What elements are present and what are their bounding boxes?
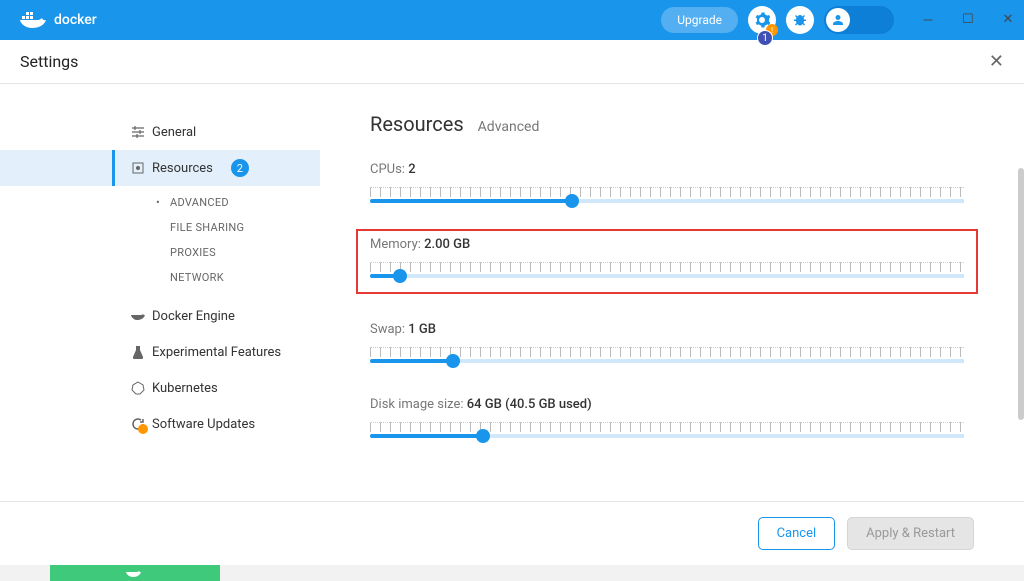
main-panel: Resources Advanced CPUs: 2 Memory: 2.00 … xyxy=(320,84,1024,500)
window-controls: ─ ☐ ✕ xyxy=(920,12,1016,28)
sliders-icon xyxy=(130,124,146,140)
main-header: Resources Advanced xyxy=(370,112,964,136)
sidebar-item-label: Software Updates xyxy=(152,417,255,432)
sidebar-item-docker-engine[interactable]: Docker Engine xyxy=(0,298,320,334)
sidebar-item-resources[interactable]: Resources 2 xyxy=(0,150,320,186)
disk-label: Disk image size: 64 GB (40.5 GB used) xyxy=(370,397,964,412)
sidebar-item-label: General xyxy=(152,125,196,140)
page-subtitle: Advanced xyxy=(478,119,540,135)
disk-slider-ticks xyxy=(370,422,964,432)
sidebar-item-label: Docker Engine xyxy=(152,309,235,324)
titlebar-right: Upgrade ! 1 ─ ☐ ✕ xyxy=(661,6,1016,34)
swap-slider-thumb[interactable] xyxy=(446,354,460,368)
swap-setting: Swap: 1 GB xyxy=(370,322,964,363)
bottom-status-bar xyxy=(0,565,1024,581)
avatar-icon xyxy=(826,8,850,32)
sidebar-item-experimental[interactable]: Experimental Features xyxy=(0,334,320,370)
memory-setting: Memory: 2.00 GB xyxy=(370,237,964,278)
cpus-slider-thumb[interactable] xyxy=(565,194,579,208)
logo-area: docker xyxy=(20,10,97,30)
docker-whale-icon xyxy=(20,10,46,30)
swap-label: Swap: 1 GB xyxy=(370,322,964,337)
sidebar-sub-network[interactable]: NETWORK xyxy=(0,265,320,290)
sidebar-sub-proxies[interactable]: PROXIES xyxy=(0,240,320,265)
scrollbar[interactable] xyxy=(1018,168,1024,420)
cpus-slider[interactable] xyxy=(370,199,964,203)
minimize-button[interactable]: ─ xyxy=(920,12,936,28)
cpus-setting: CPUs: 2 xyxy=(370,162,964,203)
sidebar-item-label: Kubernetes xyxy=(152,381,218,396)
sidebar-subitems: ADVANCED FILE SHARING PROXIES NETWORK xyxy=(0,186,320,298)
sidebar-item-label: Experimental Features xyxy=(152,345,281,360)
sidebar: General Resources 2 ADVANCED FILE SHARIN… xyxy=(0,84,320,500)
whale-small-icon xyxy=(130,308,146,324)
resources-badge: 2 xyxy=(231,159,249,177)
content-area: General Resources 2 ADVANCED FILE SHARIN… xyxy=(0,84,1024,500)
disk-slider[interactable] xyxy=(370,434,964,438)
whale-status-icon xyxy=(126,567,144,579)
bug-icon xyxy=(792,12,808,28)
sidebar-item-label: Resources xyxy=(152,161,213,176)
sidebar-sub-advanced[interactable]: ADVANCED xyxy=(0,190,320,215)
disk-setting: Disk image size: 64 GB (40.5 GB used) xyxy=(370,397,964,438)
memory-slider-ticks xyxy=(370,262,964,272)
sidebar-item-kubernetes[interactable]: Kubernetes xyxy=(0,370,320,406)
memory-highlight-box: Memory: 2.00 GB xyxy=(356,229,978,294)
logo-text: docker xyxy=(54,12,97,28)
settings-header: Settings ✕ xyxy=(0,40,1024,84)
titlebar: docker Upgrade ! 1 ─ ☐ ✕ xyxy=(0,0,1024,40)
cpus-slider-ticks xyxy=(370,187,964,197)
swap-slider-ticks xyxy=(370,347,964,357)
footer: Cancel Apply & Restart xyxy=(0,501,1024,565)
sidebar-item-updates[interactable]: Software Updates xyxy=(0,406,320,442)
sidebar-sub-filesharing[interactable]: FILE SHARING xyxy=(0,215,320,240)
update-available-dot-icon xyxy=(138,424,148,434)
bug-button[interactable] xyxy=(786,6,814,34)
memory-slider[interactable] xyxy=(370,274,964,278)
memory-label: Memory: 2.00 GB xyxy=(370,237,964,252)
flask-icon xyxy=(130,344,146,360)
kubernetes-icon xyxy=(130,380,146,396)
cancel-button[interactable]: Cancel xyxy=(758,517,836,550)
apply-restart-button[interactable]: Apply & Restart xyxy=(847,517,974,550)
page-title: Resources xyxy=(370,112,464,136)
swap-slider[interactable] xyxy=(370,359,964,363)
account-button[interactable] xyxy=(824,6,894,34)
settings-title: Settings xyxy=(20,52,78,71)
sidebar-item-general[interactable]: General xyxy=(0,114,320,150)
cpus-label: CPUs: 2 xyxy=(370,162,964,177)
close-window-button[interactable]: ✕ xyxy=(1000,12,1016,28)
maximize-button[interactable]: ☐ xyxy=(960,12,976,28)
resources-icon xyxy=(130,160,146,176)
settings-gear-button[interactable]: ! 1 xyxy=(748,6,776,34)
close-icon[interactable]: ✕ xyxy=(989,51,1004,72)
upgrade-button[interactable]: Upgrade xyxy=(661,7,738,33)
disk-slider-thumb[interactable] xyxy=(476,429,490,443)
memory-slider-thumb[interactable] xyxy=(393,269,407,283)
status-running-indicator[interactable] xyxy=(50,565,220,581)
